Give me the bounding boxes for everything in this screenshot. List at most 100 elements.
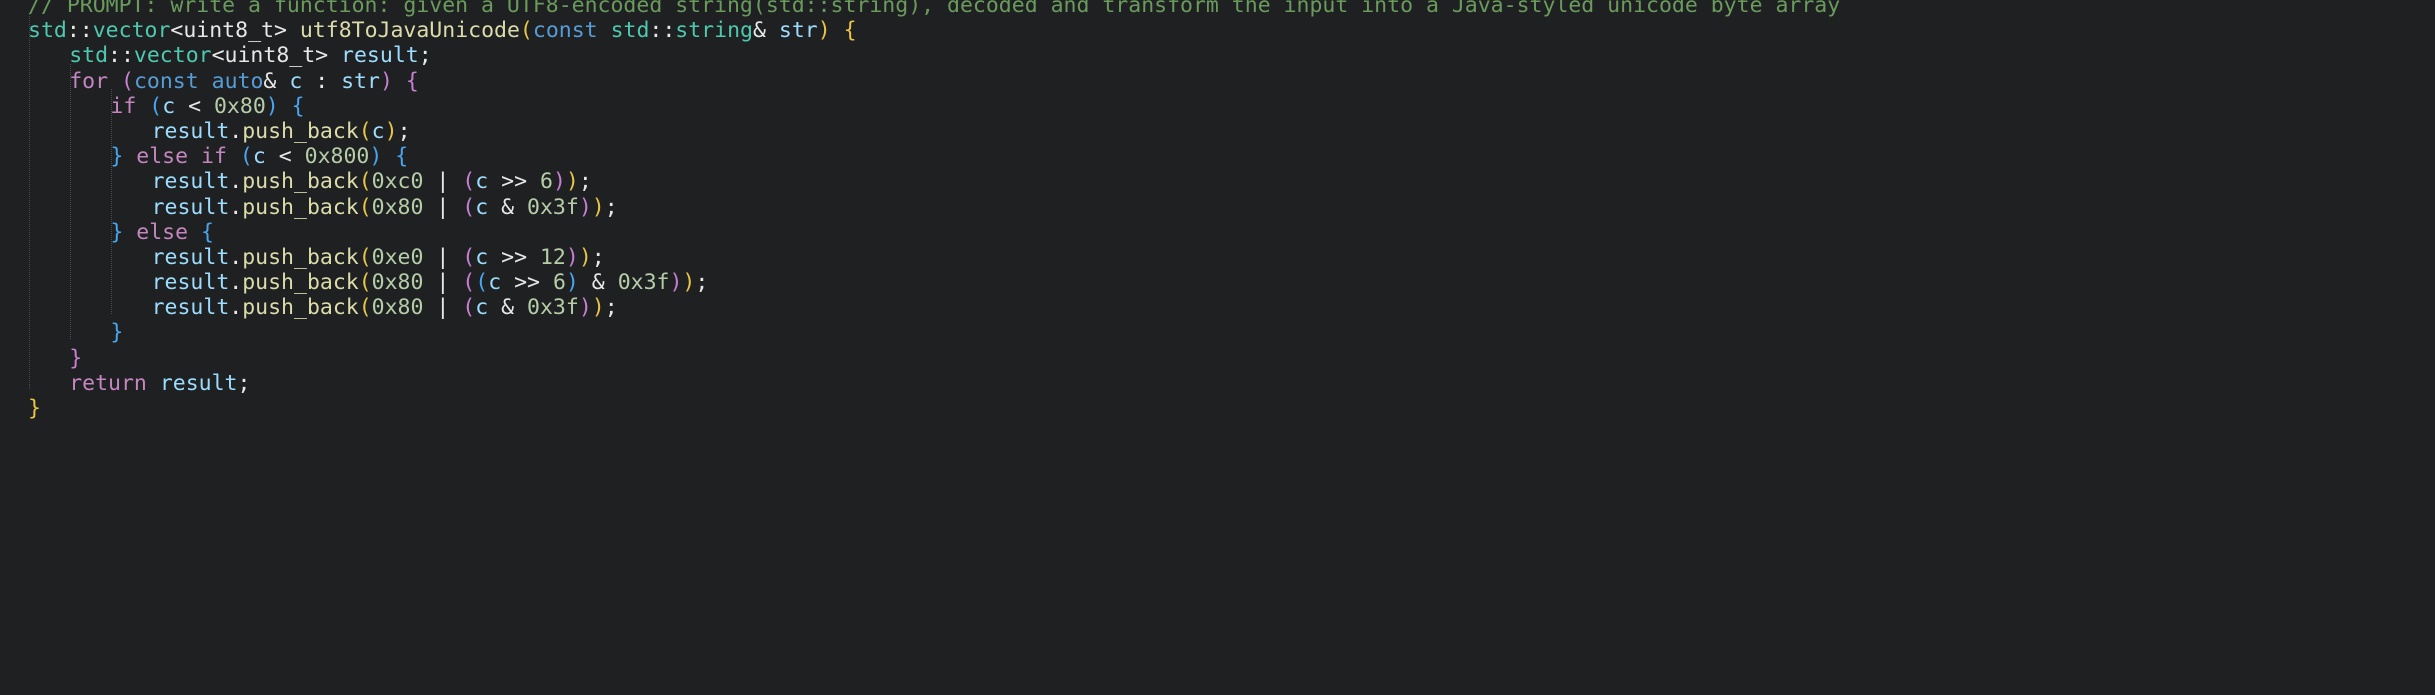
code-token: } [110, 144, 124, 170]
code-token: else [136, 144, 189, 170]
code-token: ) [578, 244, 592, 270]
code-token: result [151, 194, 230, 220]
code-token: ( [462, 169, 476, 195]
code-token: ; [418, 43, 432, 69]
code-line[interactable]: if (c < 0x80) { [0, 94, 2435, 119]
code-token: const [133, 68, 199, 94]
code-token: result [151, 270, 230, 296]
code-line[interactable]: } [0, 320, 2435, 345]
code-token: { [291, 93, 305, 119]
code-token: ( [462, 244, 476, 270]
code-token: | [423, 244, 463, 270]
code-line[interactable]: std::vector<uint8_t> result; [0, 43, 2435, 68]
code-token: ; [604, 295, 618, 321]
code-token: ) [578, 194, 592, 220]
code-token: 0x80 [371, 295, 424, 321]
code-token: . [229, 118, 243, 144]
code-token: c [252, 144, 266, 170]
code-token: ) [669, 270, 683, 296]
code-token: c [371, 118, 385, 144]
code-token: | [423, 295, 463, 321]
code-token: const [532, 18, 598, 44]
code-token: ( [149, 93, 163, 119]
code-line[interactable]: result.push_back(0x80 | (c & 0x3f)); [0, 195, 2435, 220]
code-line[interactable]: // PROMPT: write a function: given a UTF… [0, 0, 2435, 18]
code-token: for [69, 68, 109, 94]
code-line[interactable]: } [0, 396, 2435, 421]
code-token: { [405, 68, 419, 94]
code-line[interactable]: result.push_back(0x80 | ((c >> 6) & 0x3f… [0, 270, 2435, 295]
code-token: if [110, 93, 137, 119]
code-token: 6 [552, 270, 566, 296]
code-token: 0x3f [617, 270, 670, 296]
code-token: 0x3f [527, 295, 579, 321]
code-token: vector [92, 18, 171, 44]
code-token: std [28, 18, 67, 44]
code-line[interactable]: result.push_back(c); [0, 119, 2435, 144]
code-token: & [263, 68, 277, 94]
code-token: <uint8_t> [211, 43, 329, 69]
code-token: push_back [242, 169, 359, 195]
code-token: . [229, 244, 243, 270]
code-token: std [69, 43, 109, 69]
code-token: 6 [539, 169, 553, 195]
code-line[interactable]: for (const auto& c : str) { [0, 69, 2435, 94]
code-token: } [69, 345, 83, 371]
code-line[interactable]: result.push_back(0xe0 | (c >> 12)); [0, 245, 2435, 270]
code-token: :: [108, 43, 134, 69]
code-token: c [475, 244, 489, 270]
code-token: 0x80 [213, 93, 266, 119]
code-line[interactable]: } [0, 346, 2435, 371]
code-token: ( [462, 194, 476, 220]
code-token: ) [565, 270, 579, 296]
code-token: c [289, 68, 303, 94]
code-token: & [488, 194, 528, 220]
code-line[interactable]: } else { [0, 220, 2435, 245]
code-token: ( [358, 295, 372, 321]
code-token: >> [488, 244, 540, 270]
code-token: . [229, 169, 243, 195]
code-token: ; [695, 270, 709, 296]
code-token: & [578, 270, 618, 296]
code-token: push_back [242, 118, 359, 144]
code-token: 0x80 [371, 194, 424, 220]
code-token: ) [384, 118, 398, 144]
code-token: ) [265, 93, 279, 119]
code-line[interactable]: result.push_back(0x80 | (c & 0x3f)); [0, 295, 2435, 320]
code-line[interactable]: } else if (c < 0x800) { [0, 144, 2435, 169]
code-token: push_back [242, 244, 359, 270]
code-token: c [488, 270, 502, 296]
code-token: | [423, 169, 463, 195]
code-token: { [843, 18, 857, 44]
code-content[interactable]: // PROMPT: write a function: given a UTF… [0, 0, 2435, 421]
code-editor-surface[interactable]: // PROMPT: write a function: given a UTF… [0, 0, 2435, 688]
code-token: string [675, 18, 753, 44]
code-line[interactable]: return result; [0, 371, 2435, 396]
code-token: ) [591, 295, 605, 321]
code-token: ) [552, 169, 566, 195]
code-token: auto [211, 68, 264, 94]
code-token: return [69, 370, 147, 396]
code-token: ; [578, 169, 592, 195]
code-line[interactable]: std::vector<uint8_t> utf8ToJavaUnicode(c… [0, 18, 2435, 43]
code-token: } [28, 396, 41, 421]
code-token: | [423, 270, 463, 296]
code-token: & [752, 18, 766, 44]
code-line[interactable]: result.push_back(0xc0 | (c >> 6)); [0, 169, 2435, 194]
code-token: & [488, 295, 528, 321]
code-token: . [229, 270, 243, 296]
code-token: str [341, 68, 380, 94]
code-token: result [159, 370, 238, 396]
code-token: ) [565, 169, 579, 195]
code-token: // PROMPT: write a function: given a UTF… [28, 0, 1841, 18]
